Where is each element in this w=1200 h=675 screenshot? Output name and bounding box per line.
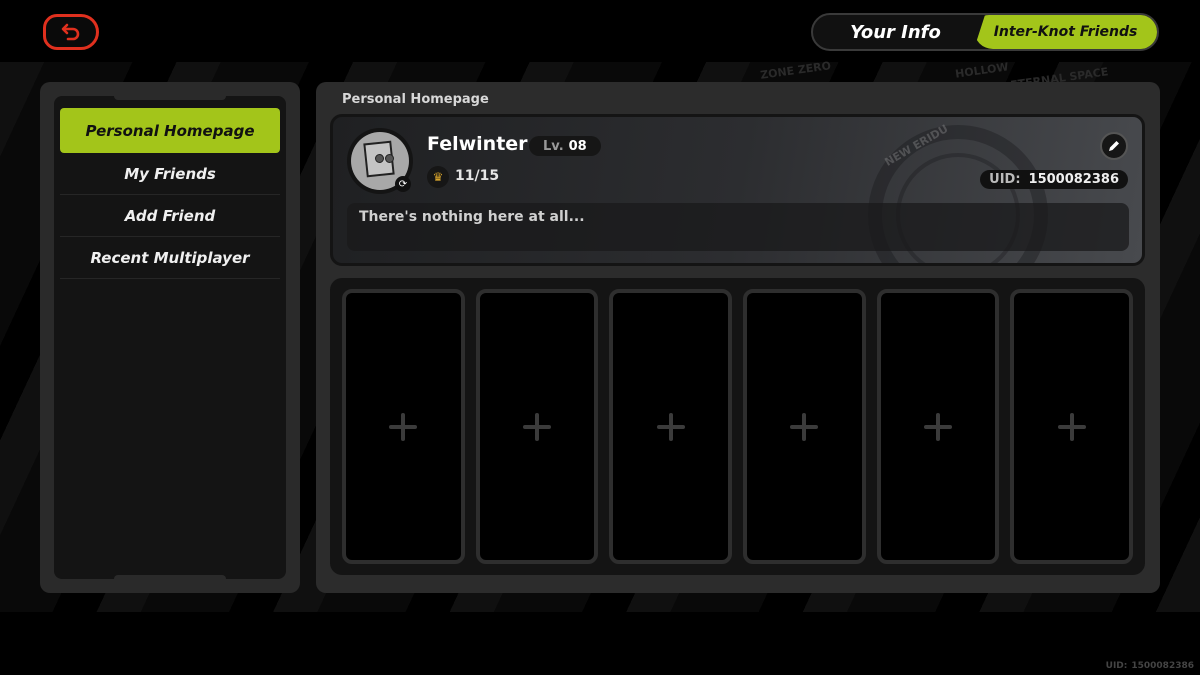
uid-badge: UID: 1500082386 [980, 170, 1128, 189]
bio-text[interactable]: There's nothing here at all... [347, 203, 1129, 251]
return-arrow-icon [61, 23, 80, 41]
sidebar-item-my-friends[interactable]: My Friends [60, 153, 280, 195]
username: Felwinter [427, 133, 528, 155]
main-panel: Personal Homepage NEW ERIDU ⟳ Felwinter … [316, 82, 1160, 593]
sidebar-item-recent-multiplayer[interactable]: Recent Multiplayer [60, 237, 280, 279]
showcase-slots [330, 278, 1145, 575]
sidebar-item-add-friend[interactable]: Add Friend [60, 195, 280, 237]
showcase-slot[interactable] [609, 289, 733, 564]
showcase-slot[interactable] [475, 289, 599, 564]
plus-icon [389, 412, 418, 441]
footer-uid: UID: 1500082386 [1106, 661, 1194, 671]
uid-label: UID: [989, 172, 1021, 187]
tab-switch: Your Info Inter-Knot Friends [811, 13, 1159, 51]
plus-icon [790, 412, 819, 441]
trophy-cake-icon: ♛ [427, 166, 449, 188]
plus-icon [656, 412, 685, 441]
tab-inter-knot-friends[interactable]: Inter-Knot Friends [974, 15, 1157, 49]
pencil-icon [1109, 141, 1119, 151]
showcase-slot[interactable] [1010, 289, 1134, 564]
showcase-slot[interactable] [743, 289, 866, 564]
plus-icon [523, 412, 551, 441]
level-label: Lv. [543, 138, 564, 154]
sidebar-notch [114, 94, 226, 100]
plus-icon [924, 412, 953, 441]
achievement-count: 11/15 [455, 168, 500, 184]
sidebar-menu: Personal Homepage My Friends Add Friend … [54, 94, 286, 581]
sidebar-notch [114, 575, 226, 581]
footer-uid-value: 1500082386 [1131, 661, 1194, 671]
profile-card: NEW ERIDU ⟳ Felwinter Lv. 08 ♛ 11/15 UID… [330, 114, 1145, 266]
sidebar-item-personal-homepage[interactable]: Personal Homepage [60, 108, 280, 153]
level-value: 08 [568, 138, 587, 154]
back-button[interactable] [43, 14, 99, 50]
page-title: Personal Homepage [342, 92, 489, 107]
sidebar: Personal Homepage My Friends Add Friend … [40, 82, 300, 593]
tab-your-info[interactable]: Your Info [813, 15, 978, 49]
showcase-slot[interactable] [876, 289, 1000, 564]
level-badge: Lv. 08 [529, 136, 601, 156]
edit-profile-button[interactable] [1100, 132, 1128, 160]
plus-icon [1057, 412, 1086, 441]
footer-uid-label: UID: [1105, 661, 1128, 671]
change-avatar-icon[interactable]: ⟳ [395, 176, 411, 192]
uid-value: 1500082386 [1028, 172, 1119, 187]
showcase-slot[interactable] [342, 289, 465, 564]
avatar[interactable]: ⟳ [347, 128, 413, 194]
